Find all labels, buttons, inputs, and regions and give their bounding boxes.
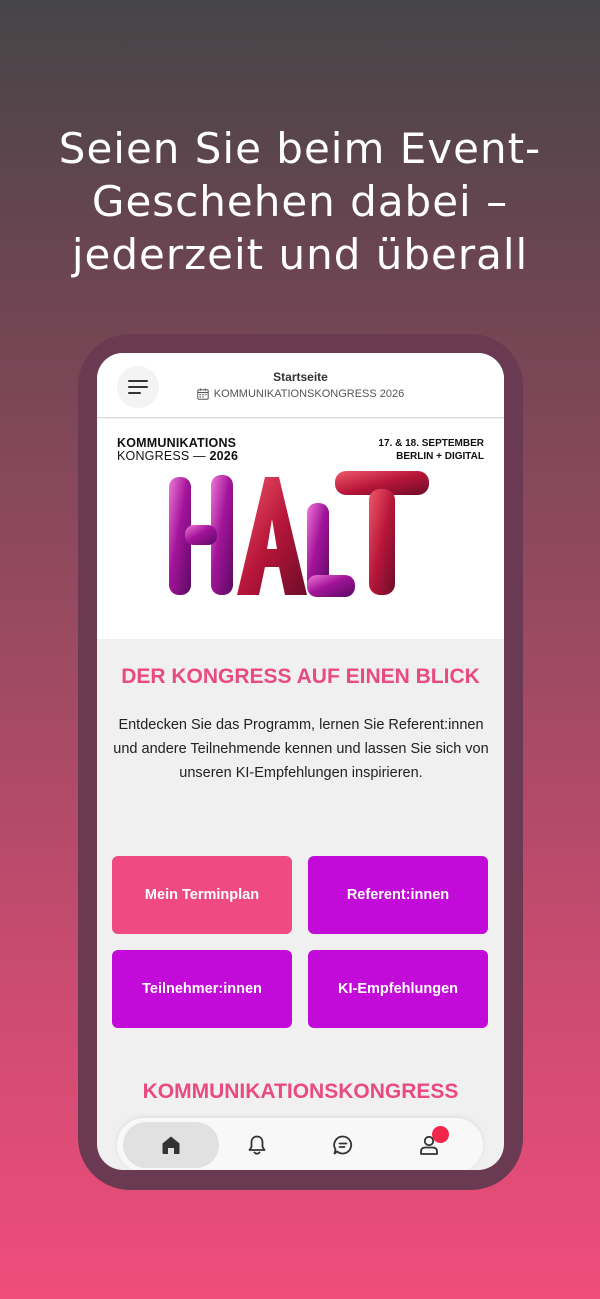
tab-home[interactable] [123,1122,219,1168]
event-banner: KOMMUNIKATIONS KONGRESS — 2026 17. & 18.… [97,419,504,639]
bottom-tab-bar [117,1118,483,1170]
notification-dot [432,1126,449,1143]
tab-profile[interactable] [381,1122,477,1168]
attendees-button[interactable]: Teilnehmer:innen [112,950,292,1028]
banner-date-location: 17. & 18. SEPTEMBER BERLIN + DIGITAL [378,437,484,463]
home-icon [162,1136,180,1154]
banner-logo-line2: KONGRESS — 2026 [117,450,238,463]
banner-logo-year: 2026 [209,449,239,463]
tab-messages[interactable] [295,1122,391,1168]
speakers-button[interactable]: Referent:innen [308,856,488,934]
schedule-button[interactable]: Mein Terminplan [112,856,292,934]
chat-icon [333,1135,353,1155]
ai-recommendations-button[interactable]: KI-Empfehlungen [308,950,488,1028]
banner-date: 17. & 18. SEPTEMBER [378,438,484,449]
banner-location: BERLIN + DIGITAL [396,451,484,462]
overview-title: DER KONGRESS AUF EINEN BLICK [121,665,480,688]
overview-text: Entdecken Sie das Programm, lernen Sie R… [113,717,489,781]
calendar-icon [197,388,209,400]
balloon-letters-image [169,471,429,597]
bell-icon [248,1135,266,1155]
app-header: Startseite KOMMUNIKATIONSKONGRESS 2026 [97,353,504,418]
page-title: Startseite [273,370,328,384]
profile-icon-wrapper [418,1126,449,1156]
congress-section-title: KOMMUNIKATIONSKONGRESS [142,1080,459,1103]
banner-logo: KOMMUNIKATIONS KONGRESS — 2026 [117,437,238,463]
banner-logo-kongress: KONGRESS — [117,449,210,463]
promo-headline: Seien Sie beim Event-Geschehen dabei – j… [58,124,542,279]
event-selector[interactable]: KOMMUNIKATIONSKONGRESS 2026 [97,388,504,400]
tab-notifications[interactable] [209,1122,305,1168]
app-screen: Startseite KOMMUNIKATIONSKONGRESS 2026 K… [97,353,504,1170]
event-name: KOMMUNIKATIONSKONGRESS 2026 [213,388,405,400]
